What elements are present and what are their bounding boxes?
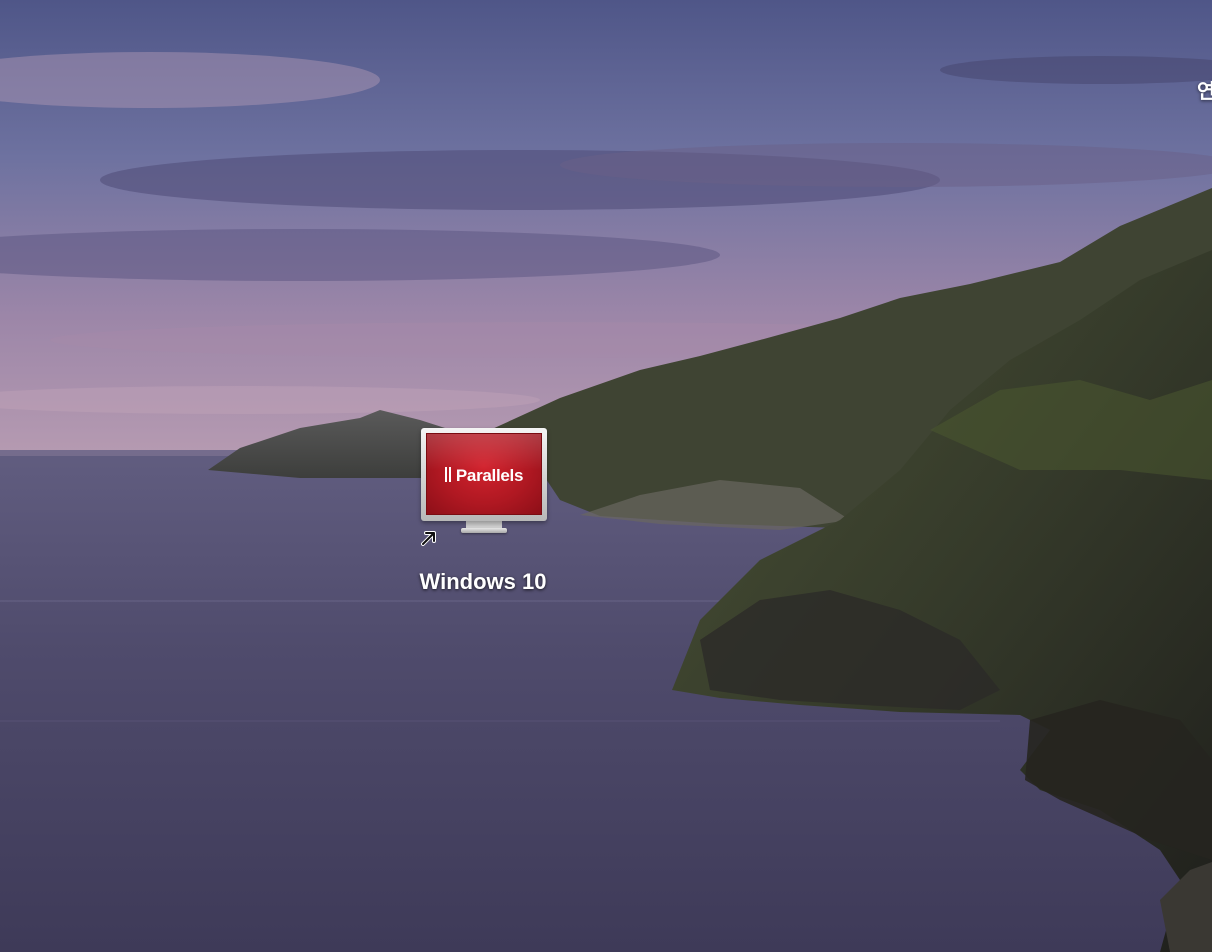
parallels-logo-text: Parallels [455, 466, 524, 485]
desktop-icon-windows-10[interactable]: Parallels Windows 10 [395, 420, 571, 605]
parallels-logo: Parallels [427, 466, 541, 487]
parallels-screen: Parallels [426, 433, 542, 515]
monitor-stand-base [461, 528, 507, 533]
desktop-icon-label: Windows 10 [419, 569, 547, 594]
parallels-vm-monitor-icon: Parallels [421, 428, 547, 521]
desktop-wallpaper [0, 0, 1212, 952]
parallels-bars-icon [444, 467, 453, 487]
alias-arrow-icon [421, 531, 436, 546]
monitor-stand-neck [466, 521, 502, 528]
desktop-edge-label: 연 [1197, 81, 1212, 103]
